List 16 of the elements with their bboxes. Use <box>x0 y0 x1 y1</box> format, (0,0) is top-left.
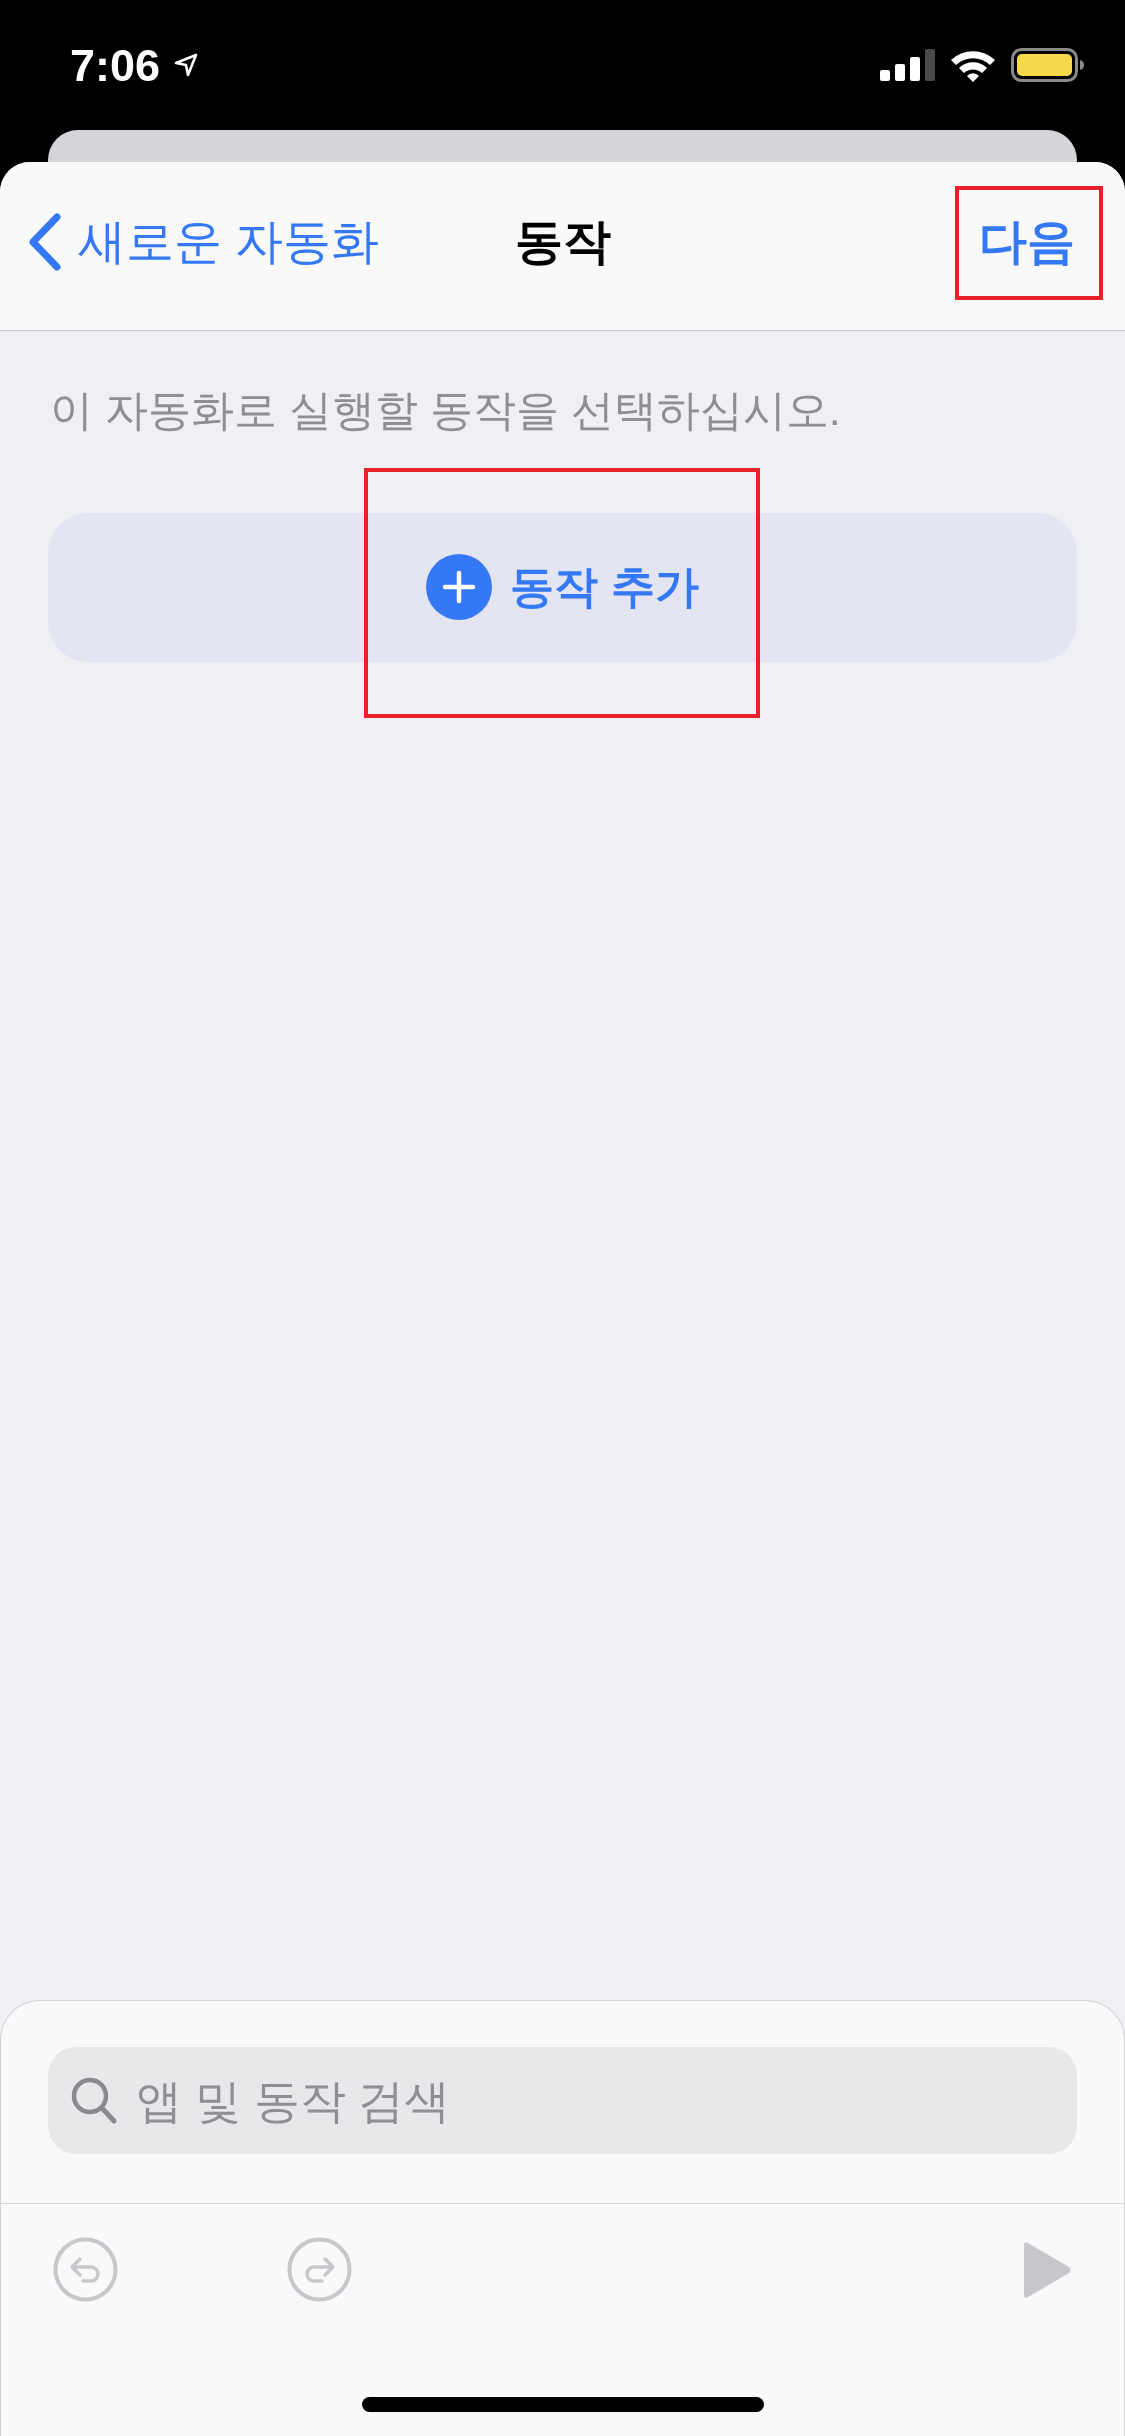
plus-circle-icon <box>426 554 493 621</box>
battery-icon <box>1011 48 1085 82</box>
search-icon <box>71 2077 118 2125</box>
add-action-button[interactable]: 동작 추가 <box>48 512 1077 662</box>
instruction-text: 이 자동화로 실행할 동작을 선택하십시오. <box>50 385 841 436</box>
location-arrow-icon <box>174 53 199 77</box>
wifi-icon <box>949 48 997 82</box>
back-button[interactable]: 새로운 자동화 <box>0 212 380 272</box>
undo-icon <box>53 2237 118 2302</box>
signal-icon <box>880 49 935 81</box>
next-button[interactable]: 다음 <box>979 218 1075 266</box>
chevron-left-icon <box>27 212 62 272</box>
nav-title: 동작 <box>514 218 611 266</box>
status-time: 7:06 <box>70 42 161 88</box>
search-field[interactable]: 앱 및 동작 검색 <box>48 2047 1077 2154</box>
redo-icon <box>287 2237 352 2302</box>
